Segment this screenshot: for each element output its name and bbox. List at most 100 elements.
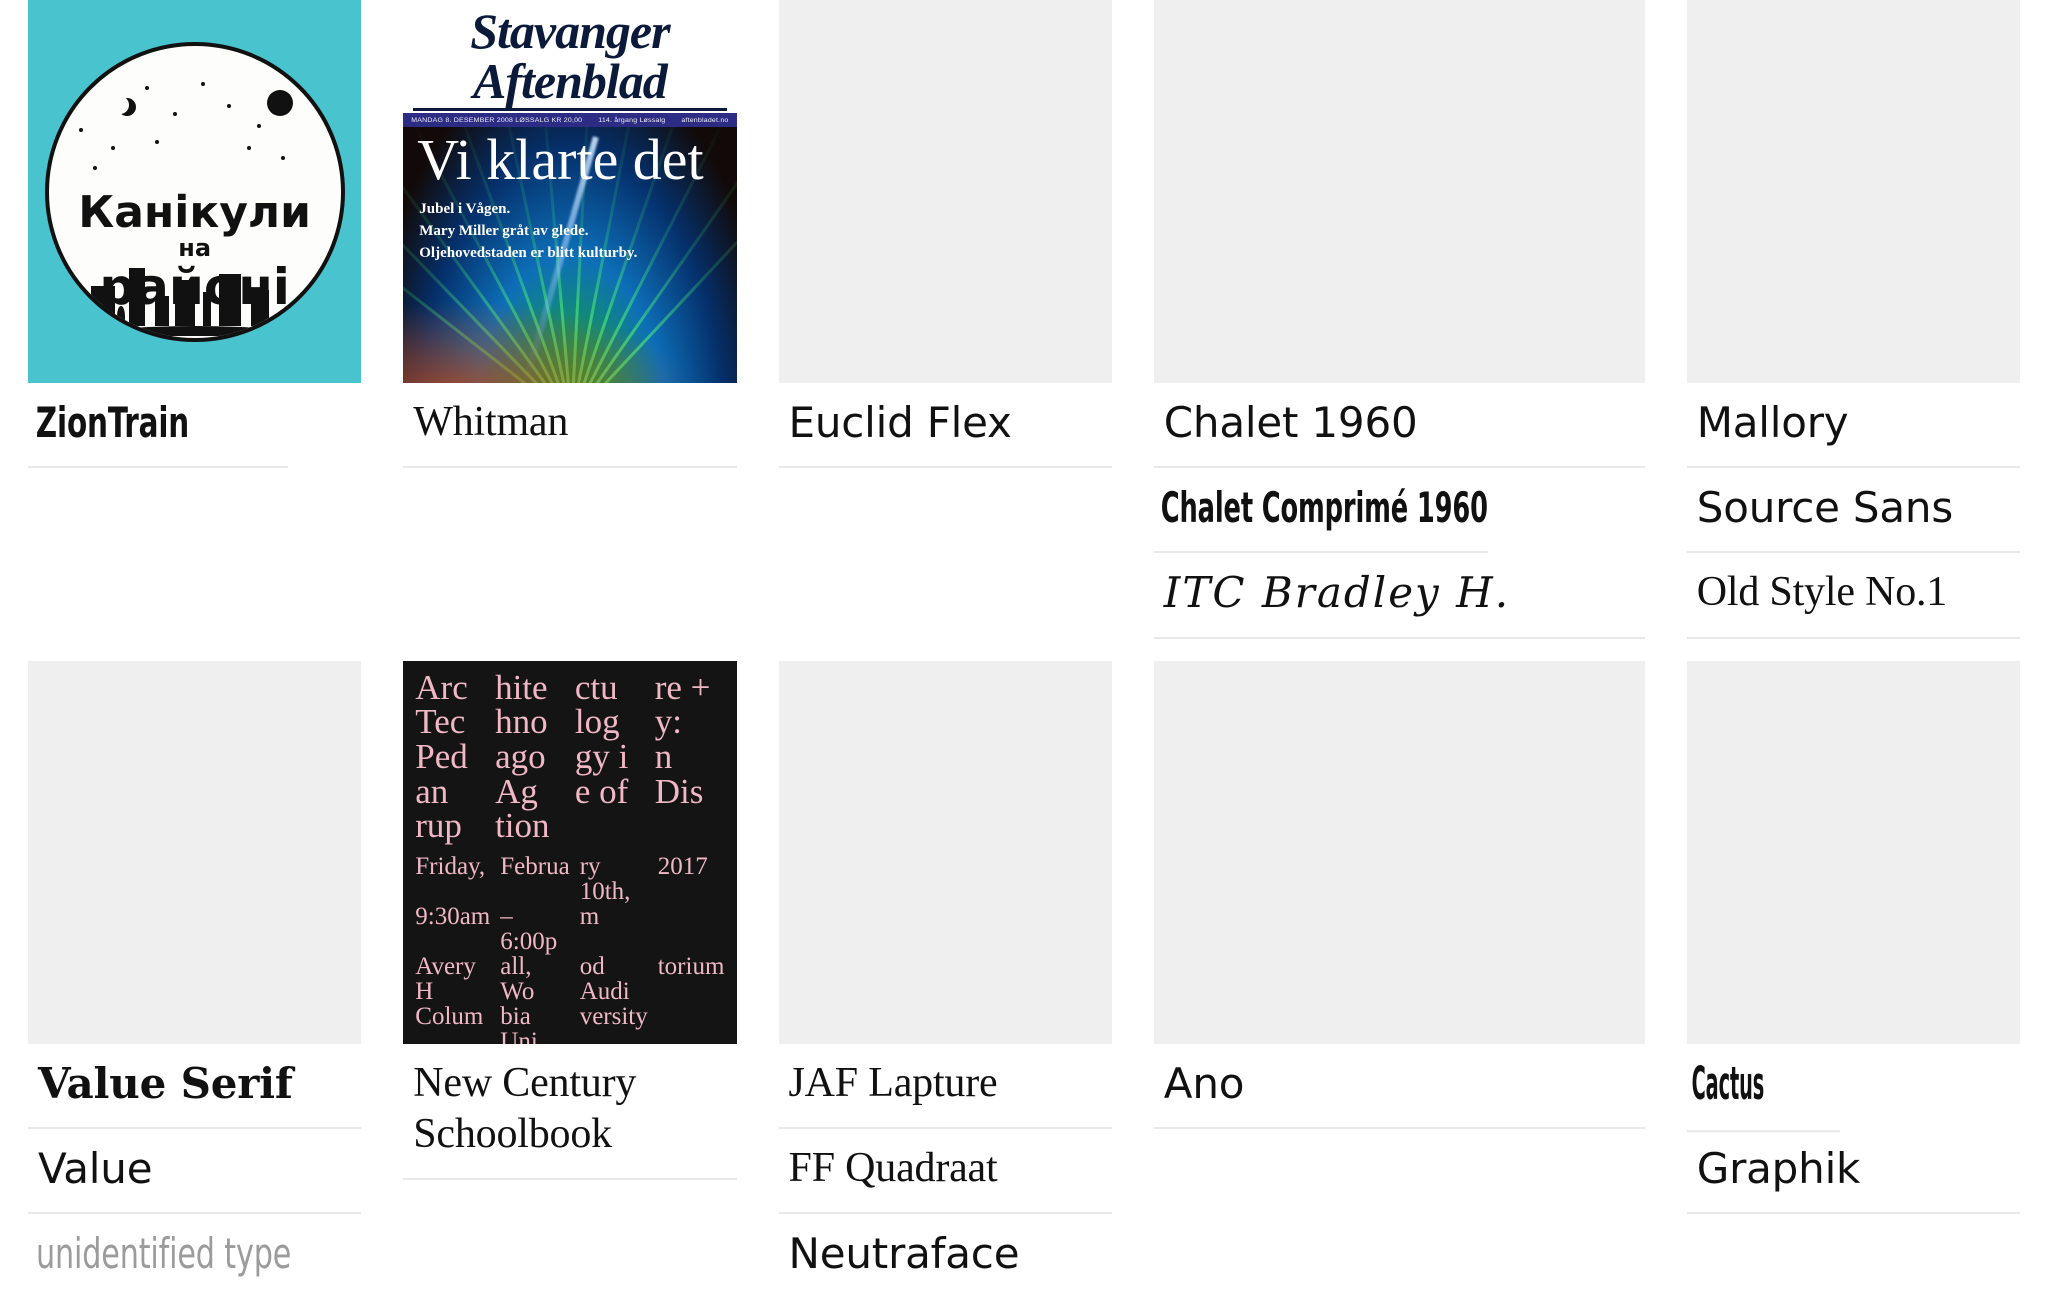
headline-cell: re + bbox=[654, 667, 711, 707]
font-link-ff-quadraat[interactable]: FF Quadraat bbox=[778, 1129, 1112, 1215]
thumbnail-lego-business-card[interactable]: Sam Builder sam@xx.com 1234 5678 19/02/0… bbox=[1153, 0, 1645, 383]
headline-cell: log bbox=[574, 702, 620, 742]
thumbnail-benji-knewman-cover[interactable]: Benji Knewman Life that you can't imagin… bbox=[28, 660, 362, 1044]
font-link-euclid-flex[interactable]: Euclid Flex bbox=[778, 383, 1112, 469]
thumbnail-kanikuly-na-rayoni-logo[interactable]: Канікули на районі bbox=[28, 0, 362, 383]
detail-cell: m bbox=[579, 902, 600, 930]
headline-cell: Tec bbox=[415, 702, 466, 742]
font-link-ano[interactable]: Ano bbox=[1153, 1044, 1645, 1129]
font-card-value-serif[interactable]: Benji Knewman Life that you can't imagin… bbox=[28, 639, 362, 1289]
font-card-euclid-flex[interactable]: act présente Gaming & Tech Week-End By I… bbox=[778, 0, 1112, 639]
detail-cell: 9:30am bbox=[415, 902, 491, 930]
poster-details-grid: Friday, Februa ry 10th, 2017 9:30am – 6:… bbox=[415, 854, 724, 1044]
detail-cell: ry 10th, bbox=[579, 852, 631, 905]
detail-cell: torium bbox=[657, 952, 725, 980]
font-link-itc-bradley-h[interactable]: ITC Bradley H. bbox=[1153, 553, 1645, 639]
logo-line-1: Канікули bbox=[78, 187, 311, 239]
info-bar-right: aftenbladet.no bbox=[681, 116, 729, 124]
newspaper-deck: Jubel i Vågen. Mary Miller gråt av glede… bbox=[419, 199, 637, 264]
font-link-jaf-lapture[interactable]: JAF Lapture bbox=[778, 1044, 1112, 1129]
detail-cell: 2017 bbox=[657, 852, 708, 880]
newspaper-headline: Vi klarte det bbox=[417, 127, 704, 192]
font-link-ziontrain[interactable]: ZionTrain bbox=[28, 383, 288, 469]
detail-cell bbox=[658, 1004, 725, 1044]
font-name-list: Ano bbox=[1153, 1044, 1645, 1129]
thumbnail-act-poster[interactable]: act présente Gaming & Tech Week-End By I… bbox=[778, 0, 1112, 383]
detail-cell: Avery H bbox=[415, 952, 476, 1005]
headline-cell bbox=[655, 809, 725, 844]
font-link-value-serif[interactable]: Value Serif bbox=[28, 1044, 362, 1129]
row-spacer bbox=[1154, 639, 1645, 661]
detail-cell: bia Uni bbox=[500, 1002, 538, 1044]
font-name-list: JAF Lapture FF Quadraat Neutraface bbox=[778, 1044, 1112, 1289]
font-link-old-style-no1[interactable]: Old Style No.1 bbox=[1686, 553, 2020, 639]
font-card-ziontrain[interactable]: Канікули на районі ZionTrain bbox=[28, 0, 362, 639]
headline-cell: gy i bbox=[574, 736, 629, 776]
city-skyline-icon bbox=[83, 264, 307, 338]
font-link-value[interactable]: Value bbox=[28, 1129, 362, 1215]
detail-cell: – 6:00p bbox=[500, 902, 558, 955]
font-gallery-grid: Канікули на районі ZionTrain Stavanger A… bbox=[0, 0, 2048, 1289]
deck-line-2: Mary Miller gråt av glede. bbox=[419, 222, 589, 239]
font-name-list: Euclid Flex bbox=[778, 383, 1112, 469]
font-link-graphik[interactable]: Graphik bbox=[1686, 1129, 2020, 1215]
detail-cell: Friday, bbox=[415, 852, 486, 880]
font-link-new-century-schoolbook[interactable]: New Century Schoolbook bbox=[403, 1044, 737, 1181]
font-link-chalet-1960[interactable]: Chalet 1960 bbox=[1153, 383, 1645, 469]
laser-photo: Vi klarte det Jubel i Vågen. Mary Miller… bbox=[403, 127, 737, 383]
headline-cell: tion bbox=[495, 806, 550, 846]
headline-cell: Dis bbox=[654, 771, 704, 811]
headline-cell: y: bbox=[654, 702, 682, 742]
font-link-source-sans[interactable]: Source Sans bbox=[1686, 468, 2020, 554]
font-name-list: Mallory Source Sans Old Style No.1 bbox=[1686, 383, 2020, 639]
font-link-chalet-comprime-1960[interactable]: Chalet Comprimé 1960 bbox=[1153, 468, 1488, 554]
font-name-list: Chalet 1960 Chalet Comprimé 1960 ITC Bra… bbox=[1153, 383, 1645, 639]
newspaper-masthead-area: Stavanger Aftenblad bbox=[403, 0, 737, 113]
headline-cell: rup bbox=[415, 806, 462, 846]
font-link-neutraface[interactable]: Neutraface bbox=[779, 1214, 1112, 1289]
font-card-ano[interactable]: 1 2 3 Ano bbox=[1153, 639, 1645, 1289]
font-link-cactus[interactable]: Cactus bbox=[1686, 1040, 1841, 1133]
font-card-new-century-schoolbook[interactable]: Arc hite ctu re + Tec hno log y: Ped ago… bbox=[403, 639, 737, 1289]
headline-cell: Ped bbox=[415, 736, 468, 776]
detail-cell: od Audi bbox=[579, 952, 630, 1005]
headline-cell: an bbox=[415, 771, 449, 811]
headline-cell bbox=[575, 809, 645, 844]
detail-cell bbox=[658, 904, 725, 954]
thumbnail-stavanger-aftenblad[interactable]: Stavanger Aftenblad MANDAG 8. DESEMBER 2… bbox=[403, 0, 737, 383]
thumbnail-cine-books[interactable]: A HACER CINE SE APRENDE HACIENDO CINE. E… bbox=[1686, 660, 2020, 1044]
deck-line-3: Oljehovedstaden er blitt kulturby. bbox=[419, 244, 638, 261]
detail-cell: Colum bbox=[415, 1002, 484, 1030]
headline-cell: Arc bbox=[415, 667, 468, 707]
row-spacer bbox=[779, 639, 1112, 661]
row-spacer bbox=[1687, 639, 2020, 661]
headline-cell: Ag bbox=[495, 771, 538, 811]
font-card-whitman[interactable]: Stavanger Aftenblad MANDAG 8. DESEMBER 2… bbox=[403, 0, 737, 639]
font-link-whitman[interactable]: Whitman bbox=[403, 383, 737, 469]
newspaper-info-bar: MANDAG 8. DESEMBER 2008 LØSSALG KR 20,00… bbox=[403, 113, 737, 127]
detail-cell: versity bbox=[579, 1002, 648, 1030]
thumbnail-architecture-symposium-poster[interactable]: Arc hite ctu re + Tec hno log y: Ped ago… bbox=[403, 660, 737, 1044]
row-spacer bbox=[28, 639, 361, 661]
thumbnail-clock-dial[interactable]: 1 2 3 bbox=[1153, 660, 1645, 1044]
poster-headline-grid: Arc hite ctu re + Tec hno log y: Ped ago… bbox=[415, 667, 725, 846]
detail-cell: all, Wo bbox=[500, 952, 535, 1005]
headline-cell: hite bbox=[495, 667, 548, 707]
font-link-mallory[interactable]: Mallory bbox=[1686, 383, 2020, 469]
headline-cell: hno bbox=[495, 702, 548, 742]
headline-cell: ago bbox=[495, 736, 546, 776]
font-name-list: Whitman bbox=[403, 383, 737, 469]
font-name-list: ZionTrain bbox=[28, 383, 361, 469]
font-link-unidentified-type[interactable]: unidentified type bbox=[28, 1214, 295, 1289]
logo-badge: Канікули на районі bbox=[44, 41, 345, 342]
thumbnail-gutenberg-book-cover[interactable]: Guten berg Der Mann, der die Welt veränd… bbox=[778, 660, 1112, 1044]
info-bar-mid: 114. årgang Løssalg bbox=[598, 116, 666, 124]
info-bar-left: MANDAG 8. DESEMBER 2008 LØSSALG KR 20,00 bbox=[411, 116, 583, 124]
thumbnail-zodiac-calendar[interactable]: MAYO AGOSTO M 14 15 16 17 18 19 20 21 22… bbox=[1686, 0, 2020, 383]
font-card-jaf-lapture[interactable]: Guten berg Der Mann, der die Welt veränd… bbox=[778, 639, 1112, 1289]
font-card-mallory[interactable]: MAYO AGOSTO M 14 15 16 17 18 19 20 21 22… bbox=[1686, 0, 2020, 639]
detail-cell: Februa bbox=[500, 852, 570, 880]
font-card-chalet-1960[interactable]: Sam Builder sam@xx.com 1234 5678 19/02/0… bbox=[1153, 0, 1645, 639]
headline-cell: e of bbox=[574, 771, 629, 811]
font-card-cactus[interactable]: A HACER CINE SE APRENDE HACIENDO CINE. E… bbox=[1686, 639, 2020, 1289]
